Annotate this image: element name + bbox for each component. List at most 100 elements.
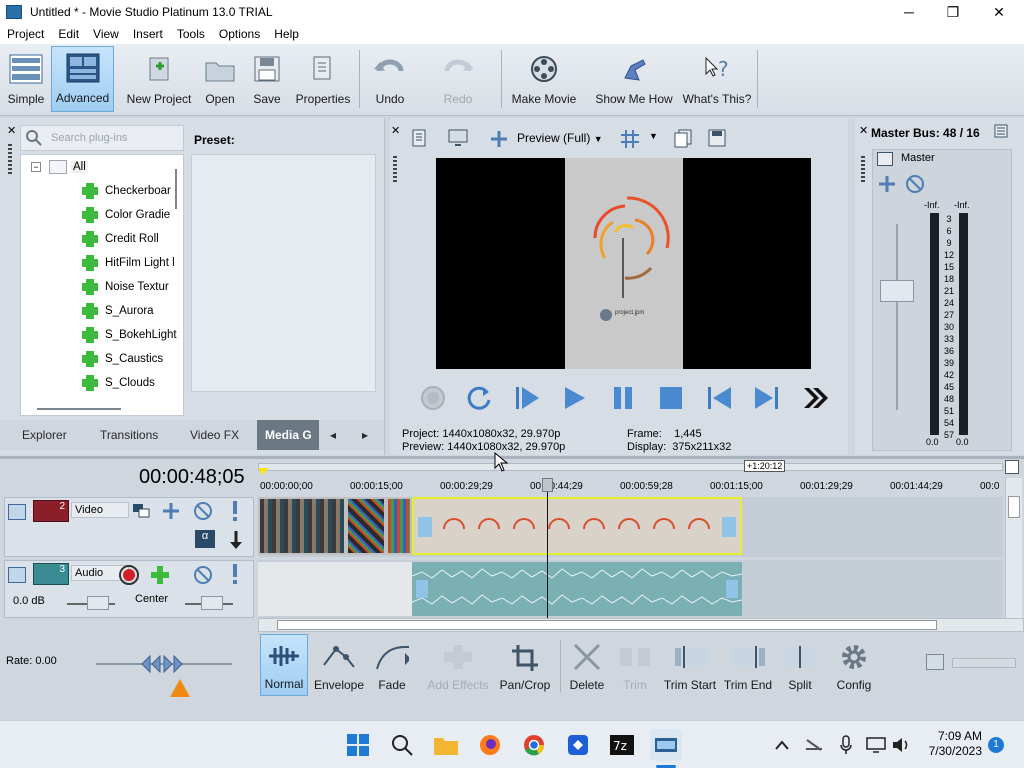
close-button[interactable]: ✕ — [976, 0, 1022, 24]
rate-slider-thumb[interactable] — [140, 654, 184, 674]
trim-end-button[interactable]: Trim End — [722, 634, 774, 696]
panel-grip-handle[interactable] — [8, 144, 12, 174]
tree-root-all[interactable]: − All — [31, 155, 88, 179]
video-clip[interactable] — [346, 497, 386, 555]
audio-solo-icon[interactable] — [229, 563, 241, 585]
firefox-icon[interactable] — [474, 729, 506, 761]
tab-video-fx[interactable]: Video FX — [190, 420, 239, 450]
master-volume-fader[interactable] — [880, 280, 914, 302]
menu-options[interactable]: Options — [212, 27, 267, 41]
play-icon[interactable] — [556, 380, 592, 416]
generated-media-clip[interactable] — [412, 497, 742, 555]
volume-slider[interactable] — [87, 596, 109, 610]
plugin-item[interactable]: S_Caustics — [81, 347, 163, 371]
tab-explorer[interactable]: Explorer — [22, 420, 67, 450]
chrome-icon[interactable] — [518, 729, 550, 761]
trim-start-button[interactable]: Trim Start — [660, 634, 720, 696]
hscroll-thumb[interactable] — [277, 620, 937, 630]
audio-clip[interactable] — [346, 562, 386, 616]
pan-crop-button[interactable]: Pan/Crop — [498, 634, 552, 696]
arm-record-icon[interactable] — [118, 564, 140, 586]
new-project-button[interactable]: New Project — [124, 46, 194, 112]
video-clip[interactable] — [258, 497, 346, 555]
audio-mute-icon[interactable] — [193, 565, 213, 585]
loop-playback-icon[interactable] — [461, 380, 497, 416]
tree-vertical-scrollbar[interactable] — [175, 169, 177, 209]
split-screen-icon[interactable] — [489, 129, 509, 149]
tree-collapse-icon[interactable]: − — [31, 162, 41, 172]
master-fx-icon[interactable] — [877, 152, 893, 166]
menu-insert[interactable]: Insert — [126, 27, 170, 41]
tab-media-generators[interactable]: Media G — [257, 420, 319, 450]
trim-button[interactable]: Trim — [616, 634, 654, 696]
preview-close-icon[interactable]: ✕ — [391, 124, 400, 137]
preview-properties-icon[interactable] — [410, 128, 430, 148]
track-minimize-icon[interactable] — [8, 504, 26, 520]
menu-tools[interactable]: Tools — [170, 27, 212, 41]
app-blue-icon[interactable] — [562, 729, 594, 761]
external-monitor-icon[interactable] — [447, 128, 469, 148]
make-movie-button[interactable]: Make Movie — [508, 46, 580, 112]
marker-icon[interactable] — [1005, 460, 1019, 474]
preview-grip-handle[interactable] — [393, 156, 397, 182]
microphone-icon[interactable] — [830, 729, 862, 761]
composite-mode-icon[interactable] — [131, 502, 151, 520]
notification-badge[interactable]: 1 — [988, 737, 1004, 753]
loop-start-marker[interactable] — [258, 468, 268, 475]
show-hidden-icons[interactable] — [766, 729, 798, 761]
master-properties-icon[interactable] — [994, 124, 1008, 138]
advanced-button[interactable]: Advanced — [51, 46, 114, 112]
minimize-button[interactable]: ─ — [886, 0, 932, 24]
play-from-start-icon[interactable] — [509, 380, 545, 416]
plugin-item[interactable]: S_Aurora — [81, 299, 154, 323]
plugin-item[interactable]: Credit Roll — [81, 227, 159, 251]
go-to-end-icon[interactable] — [749, 380, 785, 416]
network-disconnected-icon[interactable] — [798, 729, 830, 761]
audio-clip[interactable] — [258, 562, 346, 616]
volume-icon[interactable] — [885, 729, 917, 761]
maximize-button[interactable]: ❐ — [930, 0, 976, 24]
redo-button[interactable]: Redo — [436, 46, 480, 112]
master-grip-handle[interactable] — [861, 156, 865, 182]
menu-project[interactable]: Project — [0, 27, 51, 41]
splitter[interactable] — [0, 456, 1024, 459]
playhead-handle[interactable] — [542, 478, 553, 492]
video-mute-icon[interactable] — [193, 501, 213, 521]
7zip-icon[interactable]: 7z — [606, 729, 638, 761]
menu-help[interactable]: Help — [267, 27, 306, 41]
parent-child-arrow-icon[interactable] — [229, 530, 243, 550]
time-ruler[interactable]: 00:00:00;00 00:00:15;00 00:00:29;29 00:0… — [258, 473, 1003, 495]
split-button[interactable]: Split — [780, 634, 820, 696]
simple-button[interactable]: Simple — [4, 46, 48, 112]
stop-icon[interactable] — [653, 380, 689, 416]
plugin-item[interactable]: S_Clouds — [81, 371, 155, 395]
generated-audio-clip[interactable] — [411, 562, 743, 616]
save-snapshot-icon[interactable] — [707, 128, 727, 148]
undo-button[interactable]: Undo — [368, 46, 412, 112]
plugin-item[interactable]: S_BokehLight — [81, 323, 177, 347]
video-track-header[interactable]: 2 Video α — [4, 497, 254, 557]
video-solo-icon[interactable] — [229, 500, 241, 522]
pan-slider[interactable] — [201, 596, 223, 610]
zoom-slider[interactable] — [952, 658, 1016, 668]
timeline-horizontal-scrollbar[interactable] — [258, 618, 1024, 632]
search-taskbar-icon[interactable] — [386, 729, 418, 761]
whats-this-button[interactable]: ? What's This? — [682, 46, 752, 112]
video-clip[interactable] — [386, 497, 412, 555]
menu-edit[interactable]: Edit — [51, 27, 86, 41]
menu-view[interactable]: View — [86, 27, 126, 41]
fade-edit-tool[interactable]: Fade — [370, 634, 414, 696]
vscroll-thumb[interactable] — [1008, 496, 1020, 518]
copy-snapshot-icon[interactable] — [673, 128, 693, 148]
go-to-start-icon[interactable] — [701, 380, 737, 416]
start-windows-icon[interactable] — [342, 729, 374, 761]
audio-fx-icon[interactable] — [149, 564, 171, 586]
envelope-edit-tool[interactable]: Envelope — [314, 634, 364, 696]
save-button[interactable]: Save — [247, 46, 287, 112]
master-pan-icon[interactable] — [877, 174, 897, 194]
system-clock[interactable]: 7:09 AM 7/30/2023 — [922, 729, 982, 759]
plugin-item[interactable]: Checkerboar — [81, 179, 171, 203]
preset-list[interactable] — [191, 154, 376, 392]
track-motion-icon[interactable] — [161, 502, 181, 520]
panel-close-icon[interactable]: ✕ — [7, 124, 16, 137]
